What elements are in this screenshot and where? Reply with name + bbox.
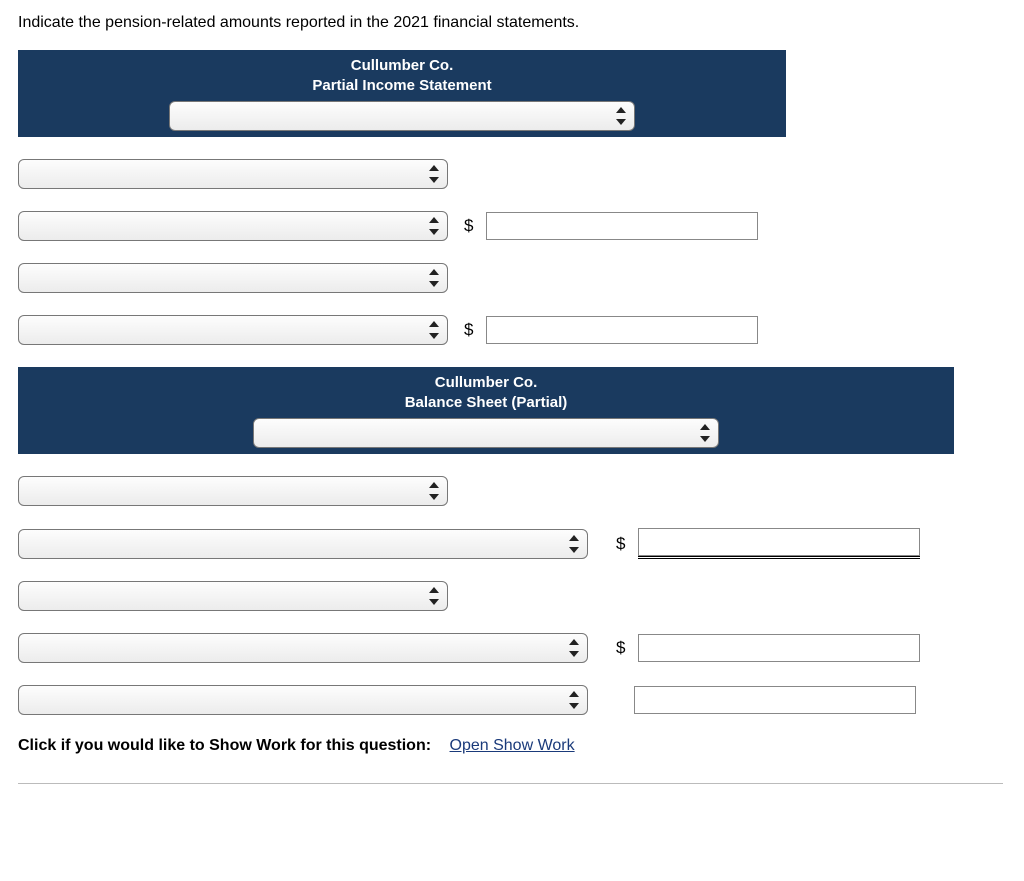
statement-title-2: Balance Sheet (Partial) (405, 394, 568, 411)
income-row2-amount-input[interactable] (486, 212, 758, 240)
bs-row4-amount-input[interactable] (638, 634, 920, 662)
show-work-prompt: Click if you would like to Show Work for… (18, 737, 431, 754)
show-work-line: Click if you would like to Show Work for… (18, 737, 1006, 755)
bs-row1-account-select[interactable] (18, 476, 448, 506)
bs-row2-amount-input[interactable] (638, 528, 920, 556)
company-name-1: Cullumber Co. (351, 57, 454, 74)
open-show-work-link[interactable]: Open Show Work (450, 737, 575, 754)
currency-symbol: $ (616, 638, 634, 658)
company-name-2: Cullumber Co. (435, 374, 538, 391)
bs-row2-account-select[interactable] (18, 529, 588, 559)
balance-sheet-date-select[interactable] (253, 418, 719, 448)
bs-row4-account-select[interactable] (18, 633, 588, 663)
bs-row5-account-select[interactable] (18, 685, 588, 715)
question-prompt: Indicate the pension-related amounts rep… (18, 14, 1006, 32)
income-row4-account-select[interactable] (18, 315, 448, 345)
currency-symbol: $ (464, 320, 482, 340)
income-row4-amount-input[interactable] (486, 316, 758, 344)
income-statement-date-select[interactable] (169, 101, 635, 131)
balance-sheet-banner: Cullumber Co. Balance Sheet (Partial) (18, 367, 954, 454)
currency-symbol: $ (616, 534, 634, 554)
bs-row5-amount-input[interactable] (634, 686, 916, 714)
bs-row3-account-select[interactable] (18, 581, 448, 611)
double-underline-wrap (638, 528, 920, 559)
income-row2-account-select[interactable] (18, 211, 448, 241)
divider (18, 783, 1003, 784)
statement-title-1: Partial Income Statement (312, 77, 491, 94)
income-row1-account-select[interactable] (18, 159, 448, 189)
income-statement-banner: Cullumber Co. Partial Income Statement (18, 50, 786, 137)
income-row3-account-select[interactable] (18, 263, 448, 293)
currency-symbol: $ (464, 216, 482, 236)
